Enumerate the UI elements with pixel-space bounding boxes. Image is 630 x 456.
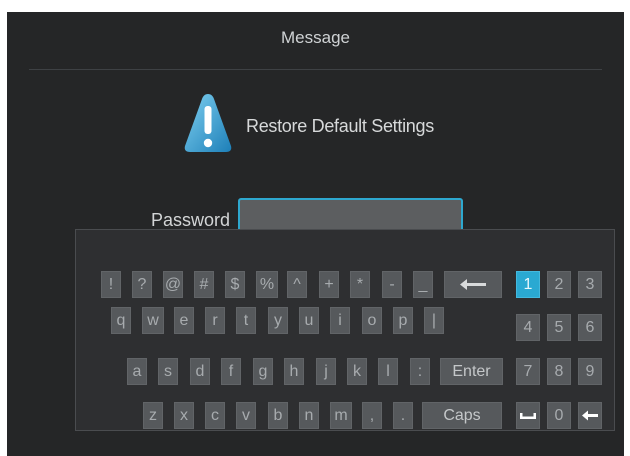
key-t[interactable]: t (236, 307, 256, 334)
key-dollar[interactable]: $ (225, 271, 245, 298)
key-minus[interactable]: - (382, 271, 402, 298)
key-g[interactable]: g (253, 358, 273, 385)
backspace-arrow-icon (460, 279, 486, 290)
key-period[interactable]: . (393, 402, 413, 429)
key-b[interactable]: b (268, 402, 288, 429)
key-e[interactable]: e (174, 307, 194, 334)
numpad-key-1[interactable]: 1 (516, 271, 540, 298)
numpad-key-7[interactable]: 7 (516, 358, 540, 385)
numpad-key-3[interactable]: 3 (578, 271, 602, 298)
title-divider (29, 69, 602, 70)
key-z[interactable]: z (143, 402, 163, 429)
key-pipe[interactable]: | (424, 307, 444, 334)
numpad-key-8[interactable]: 8 (547, 358, 571, 385)
numpad-key-5[interactable]: 5 (547, 314, 571, 341)
numpad-key-2[interactable]: 2 (547, 271, 571, 298)
numpad-key-0[interactable]: 0 (547, 402, 571, 429)
key-o[interactable]: o (362, 307, 382, 334)
key-y[interactable]: y (268, 307, 288, 334)
warning-icon (184, 94, 232, 152)
key-caret[interactable]: ^ (287, 271, 307, 298)
key-p[interactable]: p (393, 307, 413, 334)
key-m[interactable]: m (330, 402, 352, 429)
caps-key[interactable]: Caps (422, 402, 502, 429)
password-label: Password (151, 210, 231, 230)
key-i[interactable]: i (330, 307, 350, 334)
backspace-arrow-icon (582, 410, 598, 421)
key-l[interactable]: l (378, 358, 398, 385)
key-u[interactable]: u (299, 307, 319, 334)
key-at[interactable]: @ (163, 271, 183, 298)
key-q[interactable]: q (111, 307, 131, 334)
numpad-key-6[interactable]: 6 (578, 314, 602, 341)
key-d[interactable]: d (190, 358, 210, 385)
numpad-backspace-key[interactable] (578, 402, 602, 429)
dialog-message: Restore Default Settings (246, 116, 434, 136)
key-comma[interactable]: , (362, 402, 382, 429)
key-h[interactable]: h (284, 358, 304, 385)
key-colon[interactable]: : (410, 358, 430, 385)
space-icon (520, 413, 536, 419)
numpad-key-4[interactable]: 4 (516, 314, 540, 341)
key-c[interactable]: c (205, 402, 225, 429)
numpad-space-key[interactable] (516, 402, 540, 429)
enter-key[interactable]: Enter (440, 358, 503, 385)
numpad-key-9[interactable]: 9 (578, 358, 602, 385)
key-a[interactable]: a (127, 358, 147, 385)
virtual-keyboard: ! ? @ # $ % ^ + * - _ q w e r t y u i o … (75, 229, 615, 431)
key-f[interactable]: f (221, 358, 241, 385)
key-s[interactable]: s (158, 358, 178, 385)
key-x[interactable]: x (174, 402, 194, 429)
key-n[interactable]: n (299, 402, 319, 429)
key-j[interactable]: j (316, 358, 336, 385)
key-w[interactable]: w (142, 307, 164, 334)
key-k[interactable]: k (347, 358, 367, 385)
key-question[interactable]: ? (132, 271, 152, 298)
dialog-title: Message (281, 28, 350, 47)
key-plus[interactable]: + (319, 271, 339, 298)
key-percent[interactable]: % (256, 271, 278, 298)
backspace-key[interactable] (444, 271, 502, 298)
key-exclamation[interactable]: ! (101, 271, 121, 298)
key-hash[interactable]: # (194, 271, 214, 298)
key-asterisk[interactable]: * (350, 271, 370, 298)
key-r[interactable]: r (205, 307, 225, 334)
key-underscore[interactable]: _ (413, 271, 433, 298)
key-v[interactable]: v (236, 402, 256, 429)
